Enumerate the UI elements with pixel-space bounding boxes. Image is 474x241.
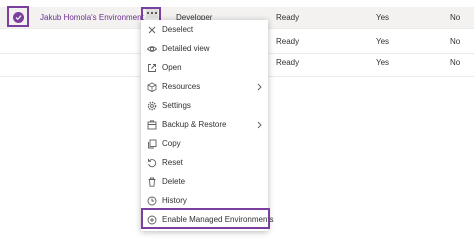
menu-item-resources[interactable]: Resources bbox=[141, 78, 268, 96]
close-icon bbox=[148, 26, 156, 34]
chevron-right-icon bbox=[257, 121, 262, 129]
environment-name-link[interactable]: Jakub Homola's Environment bbox=[40, 7, 144, 28]
environment-managed-value: Yes bbox=[376, 37, 390, 46]
context-menu: Deselect Detailed view Open Resources Se… bbox=[141, 20, 274, 231]
environment-flag-value: No bbox=[450, 13, 461, 22]
environment-managed-value: Yes bbox=[376, 13, 390, 22]
menu-item-detailed-view[interactable]: Detailed view bbox=[141, 40, 268, 58]
environment-state: Ready bbox=[276, 58, 300, 67]
chevron-right-icon bbox=[257, 83, 262, 91]
eye-icon bbox=[147, 46, 157, 52]
open-in-new-icon bbox=[148, 64, 156, 72]
backup-icon bbox=[147, 120, 157, 130]
environment-state: Ready bbox=[276, 37, 300, 46]
copy-icon bbox=[148, 139, 157, 149]
cube-icon bbox=[147, 82, 157, 92]
menu-item-backup-restore[interactable]: Backup & Restore bbox=[141, 116, 268, 134]
trash-icon bbox=[148, 177, 156, 187]
menu-item-copy[interactable]: Copy bbox=[141, 135, 268, 153]
environment-flag-value: No bbox=[450, 37, 461, 46]
environment-state: Ready bbox=[276, 13, 300, 22]
menu-item-settings[interactable]: Settings bbox=[141, 97, 268, 115]
managed-environments-highlight bbox=[141, 208, 270, 229]
menu-item-delete[interactable]: Delete bbox=[141, 173, 268, 191]
menu-item-reset[interactable]: Reset bbox=[141, 154, 268, 172]
environment-flag-value: No bbox=[450, 58, 461, 67]
reset-icon bbox=[148, 158, 157, 168]
checkbox-highlight bbox=[7, 6, 29, 27]
menu-item-deselect[interactable]: Deselect bbox=[141, 21, 268, 39]
history-icon bbox=[147, 196, 157, 206]
gear-icon bbox=[147, 101, 157, 111]
menu-item-open[interactable]: Open bbox=[141, 59, 268, 77]
environment-managed-value: Yes bbox=[376, 58, 390, 67]
